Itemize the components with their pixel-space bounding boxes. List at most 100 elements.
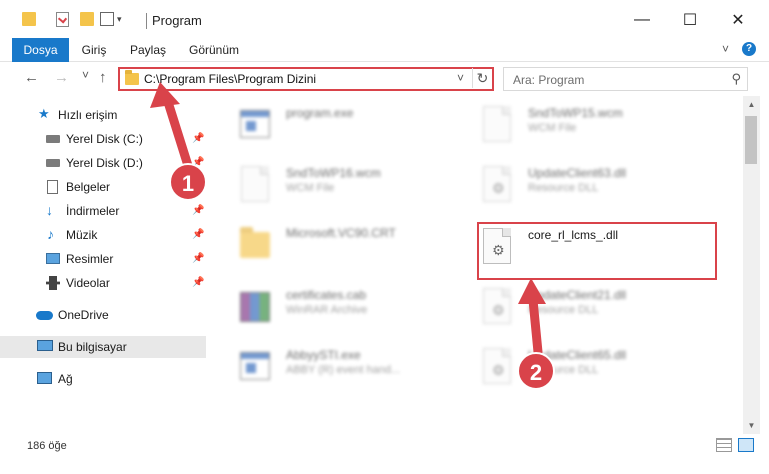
folder-icon: [238, 224, 272, 266]
new-folder-icon[interactable]: [80, 12, 94, 26]
pin-icon[interactable]: 📌: [192, 200, 204, 222]
sidebar-item-label: Resimler: [66, 252, 114, 266]
file-name: UpdateClient21.dll: [528, 288, 627, 302]
file-tile[interactable]: ⚙ UpdateClient21.dll Resource DLL: [480, 284, 720, 334]
chevron-down-icon[interactable]: ▾: [117, 14, 122, 25]
sidebar-item-label: Bu bilgisayar: [58, 340, 127, 354]
file-tile[interactable]: ⚙ UpdateClient63.dll Resource DLL: [480, 162, 720, 212]
scroll-up-button[interactable]: ▲: [743, 96, 760, 113]
help-icon[interactable]: ?: [742, 42, 756, 56]
file-name: AbbyySTI.exe: [286, 348, 361, 362]
video-icon: [46, 276, 60, 290]
document-icon: [47, 180, 58, 194]
details-view-icon[interactable]: [716, 438, 732, 452]
customize-toolbar-icon[interactable]: [100, 12, 114, 26]
callout-1: 1: [169, 163, 207, 201]
recent-locations-button[interactable]: ˅: [82, 68, 89, 82]
sidebar-item-quick-access[interactable]: ★ Hızlı erişim: [0, 104, 206, 126]
maximize-button[interactable]: ☐: [676, 8, 704, 32]
file-type: ABBY (R) event hand...: [286, 364, 401, 376]
file-type: WCM File: [528, 122, 577, 134]
minimize-icon: —: [634, 11, 650, 28]
sidebar-item-this-pc[interactable]: Bu bilgisayar: [0, 336, 206, 358]
cloud-icon: [36, 311, 53, 320]
back-button[interactable]: ←: [24, 69, 39, 86]
file-name: SndToWP15.wcm: [528, 106, 623, 120]
pin-icon[interactable]: 📌: [192, 128, 204, 150]
up-button[interactable]: ↑: [99, 69, 107, 86]
sidebar-item-videos[interactable]: Videolar 📌: [0, 272, 206, 294]
dll-icon: ⚙: [480, 346, 514, 388]
file-name: UpdateClient63.dll: [528, 166, 627, 180]
file-type: Resource DLL: [528, 182, 599, 194]
exe-icon: [238, 346, 272, 388]
dll-icon: ⚙: [480, 286, 514, 328]
navigation-pane: ★ Hızlı erişim Yerel Disk (C:) 📌 Yerel D…: [0, 96, 208, 434]
scroll-thumb[interactable]: [745, 116, 757, 164]
scroll-down-button[interactable]: ▼: [743, 417, 760, 434]
pin-icon[interactable]: 📌: [192, 272, 204, 294]
pin-icon[interactable]: 📌: [192, 224, 204, 246]
address-bar[interactable]: C:\Program Files\Program Dizini ˅ ↻: [118, 67, 494, 91]
tab-view[interactable]: Görünüm: [184, 38, 244, 62]
file-name: program.exe: [286, 106, 354, 120]
file-name: SndToWP16.wcm: [286, 166, 381, 180]
chevron-down-icon[interactable]: ˅: [457, 71, 464, 85]
ribbon-tabs: Dosya Giriş Paylaş Görünüm ˅ ?: [0, 38, 769, 62]
refresh-button[interactable]: ↻: [472, 68, 492, 88]
title-bar: ▾ Program — ☐ ✕: [0, 0, 769, 40]
drive-icon: [46, 159, 60, 167]
file-name: Microsoft.VC90.CRT: [286, 226, 396, 240]
sidebar-item-network[interactable]: Ağ: [0, 368, 206, 390]
sidebar-item-label: Videolar: [66, 276, 110, 290]
network-icon: [37, 372, 52, 384]
file-tile[interactable]: program.exe: [238, 102, 478, 152]
sidebar-item-pictures[interactable]: Resimler 📌: [0, 248, 206, 270]
callout-2: 2: [517, 352, 555, 390]
sidebar-item-label: Yerel Disk (C:): [66, 132, 143, 146]
archive-icon: [238, 286, 272, 328]
status-bar: 186 öğe: [0, 434, 769, 474]
file-tile[interactable]: SndToWP15.wcm WCM File: [480, 102, 720, 152]
search-icon[interactable]: ⚲: [731, 71, 741, 87]
tab-share[interactable]: Paylaş: [124, 38, 172, 62]
sidebar-item-label: Hızlı erişim: [58, 108, 118, 122]
large-icons-view-icon[interactable]: [738, 438, 754, 452]
sidebar-item-label: Müzik: [66, 228, 98, 242]
sidebar-item-label: Belgeler: [66, 180, 111, 194]
sidebar-item-label: Yerel Disk (D:): [66, 156, 143, 170]
folder-icon: [125, 70, 139, 85]
address-row: ← → ˅ ↑ C:\Program Files\Program Dizini …: [0, 62, 769, 94]
pin-icon[interactable]: 📌: [192, 248, 204, 270]
tab-home[interactable]: Giriş: [72, 38, 116, 62]
collapse-ribbon-icon[interactable]: ˅: [722, 42, 729, 56]
vertical-scrollbar[interactable]: ▲ ▼: [743, 96, 760, 434]
file-tile[interactable]: Microsoft.VC90.CRT: [238, 222, 478, 272]
help-label: ?: [745, 43, 753, 54]
close-button[interactable]: ✕: [724, 8, 752, 32]
computer-icon: [37, 340, 53, 351]
sidebar-item-onedrive[interactable]: OneDrive: [0, 304, 206, 326]
sidebar-item-local-disk-c[interactable]: Yerel Disk (C:) 📌: [0, 128, 206, 150]
title-separator: [146, 13, 147, 29]
forward-button[interactable]: →: [54, 69, 69, 86]
properties-icon[interactable]: [56, 12, 69, 27]
minimize-button[interactable]: —: [628, 8, 656, 32]
sidebar-item-downloads[interactable]: ↓ İndirmeler 📌: [0, 200, 206, 222]
file-tile[interactable]: AbbyySTI.exe ABBY (R) event hand...: [238, 344, 478, 394]
download-icon: ↓: [46, 202, 53, 218]
tab-file[interactable]: Dosya: [12, 38, 69, 62]
file-tile[interactable]: certificates.cab WinRAR Archive: [238, 284, 478, 334]
file-icon: [238, 164, 272, 206]
address-path[interactable]: C:\Program Files\Program Dizini: [144, 72, 316, 86]
file-tile[interactable]: SndToWP16.wcm WCM File: [238, 162, 478, 212]
search-placeholder: Ara: Program: [513, 73, 585, 87]
star-icon: ★: [38, 106, 50, 121]
file-type: WCM File: [286, 182, 335, 194]
drive-icon: [46, 135, 60, 143]
sidebar-item-label: İndirmeler: [66, 204, 120, 218]
file-tile[interactable]: ⚙ UpdateClient65.dll Resource DLL: [480, 344, 720, 394]
window-title: Program: [152, 13, 202, 28]
sidebar-item-music[interactable]: ♪ Müzik 📌: [0, 224, 206, 246]
search-input[interactable]: Ara: Program ⚲: [503, 67, 748, 91]
